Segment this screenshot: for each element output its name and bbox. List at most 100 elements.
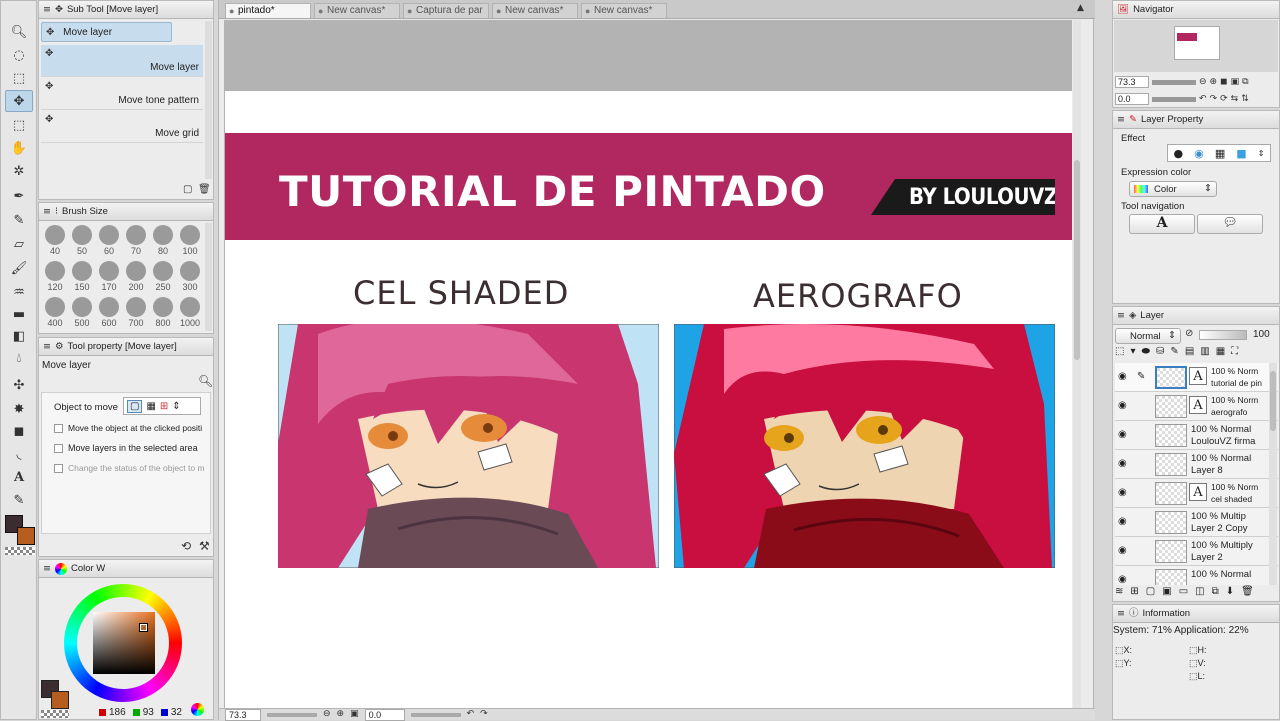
menu-icon[interactable]: ≡ <box>1117 115 1125 125</box>
option-move-clicked[interactable]: Move the object at the clicked positi <box>54 423 202 434</box>
zoom-in-icon[interactable]: ⊕ <box>1210 77 1218 87</box>
brush-size-option[interactable]: 1000 <box>177 297 203 328</box>
color-mode-icon[interactable] <box>191 703 204 716</box>
checkbox[interactable] <box>54 464 63 474</box>
brush-size-option[interactable]: 120 <box>42 261 68 292</box>
pencil-tool-icon[interactable]: ✎ <box>5 209 33 231</box>
document-tab[interactable]: ● pintado* <box>225 3 311 18</box>
layer-scrollbar[interactable] <box>1269 363 1277 585</box>
subtool-item[interactable]: ✥ Move layer <box>41 45 203 77</box>
status-zoom-value[interactable]: 73.3 <box>225 708 261 721</box>
extract-line-icon[interactable]: ◉ <box>1194 147 1204 160</box>
close-tab-icon[interactable]: ● <box>229 4 234 18</box>
close-tab-icon[interactable]: ● <box>318 4 323 18</box>
ruler-icon[interactable]: ▥ <box>1200 346 1209 360</box>
rotate-left-icon[interactable]: ↶ <box>467 710 475 719</box>
auto-select-tool-icon[interactable]: ✋ <box>5 137 33 159</box>
cel-shaded-illustration[interactable] <box>278 324 659 568</box>
sub-color-preview[interactable] <box>51 691 69 709</box>
brush-size-option[interactable]: 800 <box>150 297 176 328</box>
frame-tool-icon[interactable]: ◼ <box>5 420 33 442</box>
layer-target-icon[interactable]: ▢ <box>127 399 143 413</box>
brush-size-option[interactable]: 600 <box>96 297 122 328</box>
pen-tool-icon[interactable]: ✒ <box>5 185 33 207</box>
canvas-viewport[interactable]: TUTORIAL DE PINTADO BY LOULOUVZ CEL SHAD… <box>224 20 1072 708</box>
document-tab[interactable]: ● New canvas* <box>314 3 400 18</box>
tone-effect-icon[interactable]: ▦ <box>1215 147 1225 160</box>
layer-row[interactable]: ◉ 100 % Multiply Layer 2 <box>1115 537 1278 566</box>
new-subtool-icon[interactable]: ▢ <box>183 185 192 195</box>
flip-horizontal-icon[interactable]: ⇆ <box>1231 94 1239 104</box>
zoom-slider[interactable] <box>267 712 317 717</box>
brush-size-option[interactable]: 100 <box>177 225 203 256</box>
scroll-thumb[interactable] <box>1074 160 1080 360</box>
sub-color-swatch[interactable] <box>17 527 35 545</box>
menu-icon[interactable]: ≡ <box>43 564 51 574</box>
option-move-selected-area[interactable]: Move layers in the selected area <box>54 443 198 454</box>
eraser-tool-icon[interactable]: ▱ <box>5 233 33 255</box>
brush-size-option[interactable]: 500 <box>69 297 95 328</box>
brush-size-option[interactable]: 80 <box>150 225 176 256</box>
navigator-angle-value[interactable]: 0.0 <box>1115 93 1149 105</box>
checkbox[interactable] <box>54 444 63 454</box>
visibility-eye-icon[interactable]: ◉ <box>1118 429 1127 440</box>
blend-mode-select[interactable]: Normal ⇕ <box>1115 328 1181 344</box>
aerografo-illustration[interactable] <box>674 324 1055 568</box>
close-tab-icon[interactable]: ● <box>585 4 590 18</box>
border-effect-icon[interactable]: ● <box>1174 147 1184 160</box>
transparent-preview[interactable] <box>41 710 69 718</box>
visibility-eye-icon[interactable]: ◉ <box>1118 371 1127 382</box>
lasso-tool-icon[interactable]: ◌ <box>5 44 33 66</box>
layer-row[interactable]: ◉ A 100 % Norm aerografo <box>1115 392 1278 421</box>
visibility-eye-icon[interactable]: ◉ <box>1118 545 1127 556</box>
merge-icon[interactable]: ⬇ <box>1226 586 1234 600</box>
navigator-preview-area[interactable] <box>1114 20 1278 72</box>
canvas-vertical-scrollbar[interactable] <box>1073 20 1081 708</box>
subtool-group-tab[interactable]: ✥ Move layer <box>41 22 172 42</box>
layer-row[interactable]: ◉ ✎ A 100 % Norm tutorial de pin <box>1115 363 1278 392</box>
menu-icon[interactable]: ≡ <box>43 5 51 15</box>
new-raster-icon[interactable]: ▢ <box>1146 586 1155 600</box>
draft-icon[interactable]: ✎ <box>1170 346 1178 360</box>
visibility-eye-icon[interactable]: ◉ <box>1118 458 1127 469</box>
brush-size-option[interactable]: 200 <box>123 261 149 292</box>
option-change-status[interactable]: Change the status of the object to m <box>54 463 205 474</box>
brush-size-scrollbar[interactable] <box>205 223 212 331</box>
status-angle-value[interactable]: 0.0 <box>364 708 405 721</box>
subtool-scrollbar[interactable] <box>205 21 212 179</box>
eyedropper-tool-icon[interactable]: ✲ <box>5 160 33 182</box>
reset-icon[interactable]: ⟲ <box>181 540 191 552</box>
rotate-right-icon[interactable]: ↷ <box>1210 94 1218 104</box>
checkbox[interactable] <box>54 424 63 434</box>
opacity-value[interactable]: 100 <box>1253 329 1270 340</box>
navigator-thumbnail[interactable] <box>1174 26 1220 60</box>
mask-icon[interactable]: ◫ <box>1195 586 1204 600</box>
document-tab[interactable]: ● Captura de par <box>403 3 489 18</box>
object-to-move-selector[interactable]: ▢ ▦ ⊞ ⇕ <box>123 397 201 415</box>
reset-rotation-icon[interactable]: ⟳ <box>1220 94 1228 104</box>
selection-tool-icon[interactable]: ⬚ <box>5 114 33 136</box>
brush-tool-icon[interactable]: 🖌︎ <box>5 257 33 279</box>
mask-icon[interactable]: ▤ <box>1185 346 1194 360</box>
grid-target-icon[interactable]: ⊞ <box>160 401 168 412</box>
canvas-page[interactable]: TUTORIAL DE PINTADO BY LOULOUVZ CEL SHAD… <box>225 91 1072 708</box>
document-tab[interactable]: ● New canvas* <box>492 3 578 18</box>
new-folder-icon[interactable]: ▭ <box>1179 586 1188 600</box>
flip-icon[interactable]: ⧉ <box>1242 77 1248 87</box>
menu-icon[interactable]: ≡ <box>1117 609 1125 619</box>
fill-tool-icon[interactable]: 💧︎ <box>5 347 33 369</box>
move-layer-tool-icon[interactable]: ✥ <box>5 90 33 112</box>
subtool-item[interactable]: ✥ Move grid <box>41 111 203 143</box>
flip-vertical-icon[interactable]: ⇅ <box>1241 94 1249 104</box>
brush-size-option[interactable]: 50 <box>69 225 95 256</box>
delete-icon[interactable]: 🗑︎ <box>1241 586 1254 600</box>
airbrush-tool-icon[interactable]: ♒ <box>5 281 33 303</box>
new-vector-icon[interactable]: ▣ <box>1162 586 1171 600</box>
layer-row[interactable]: ◉ A 100 % Norm cel shaded <box>1115 479 1278 508</box>
menu-icon[interactable]: ≡ <box>43 207 51 217</box>
navigator-angle-slider[interactable] <box>1152 96 1196 102</box>
correct-line-tool-icon[interactable]: ✎ <box>5 489 33 511</box>
brush-size-option[interactable]: 70 <box>123 225 149 256</box>
loupe-tool-icon[interactable]: ⬚ <box>5 67 33 89</box>
document-tab[interactable]: ● New canvas* <box>581 3 667 18</box>
